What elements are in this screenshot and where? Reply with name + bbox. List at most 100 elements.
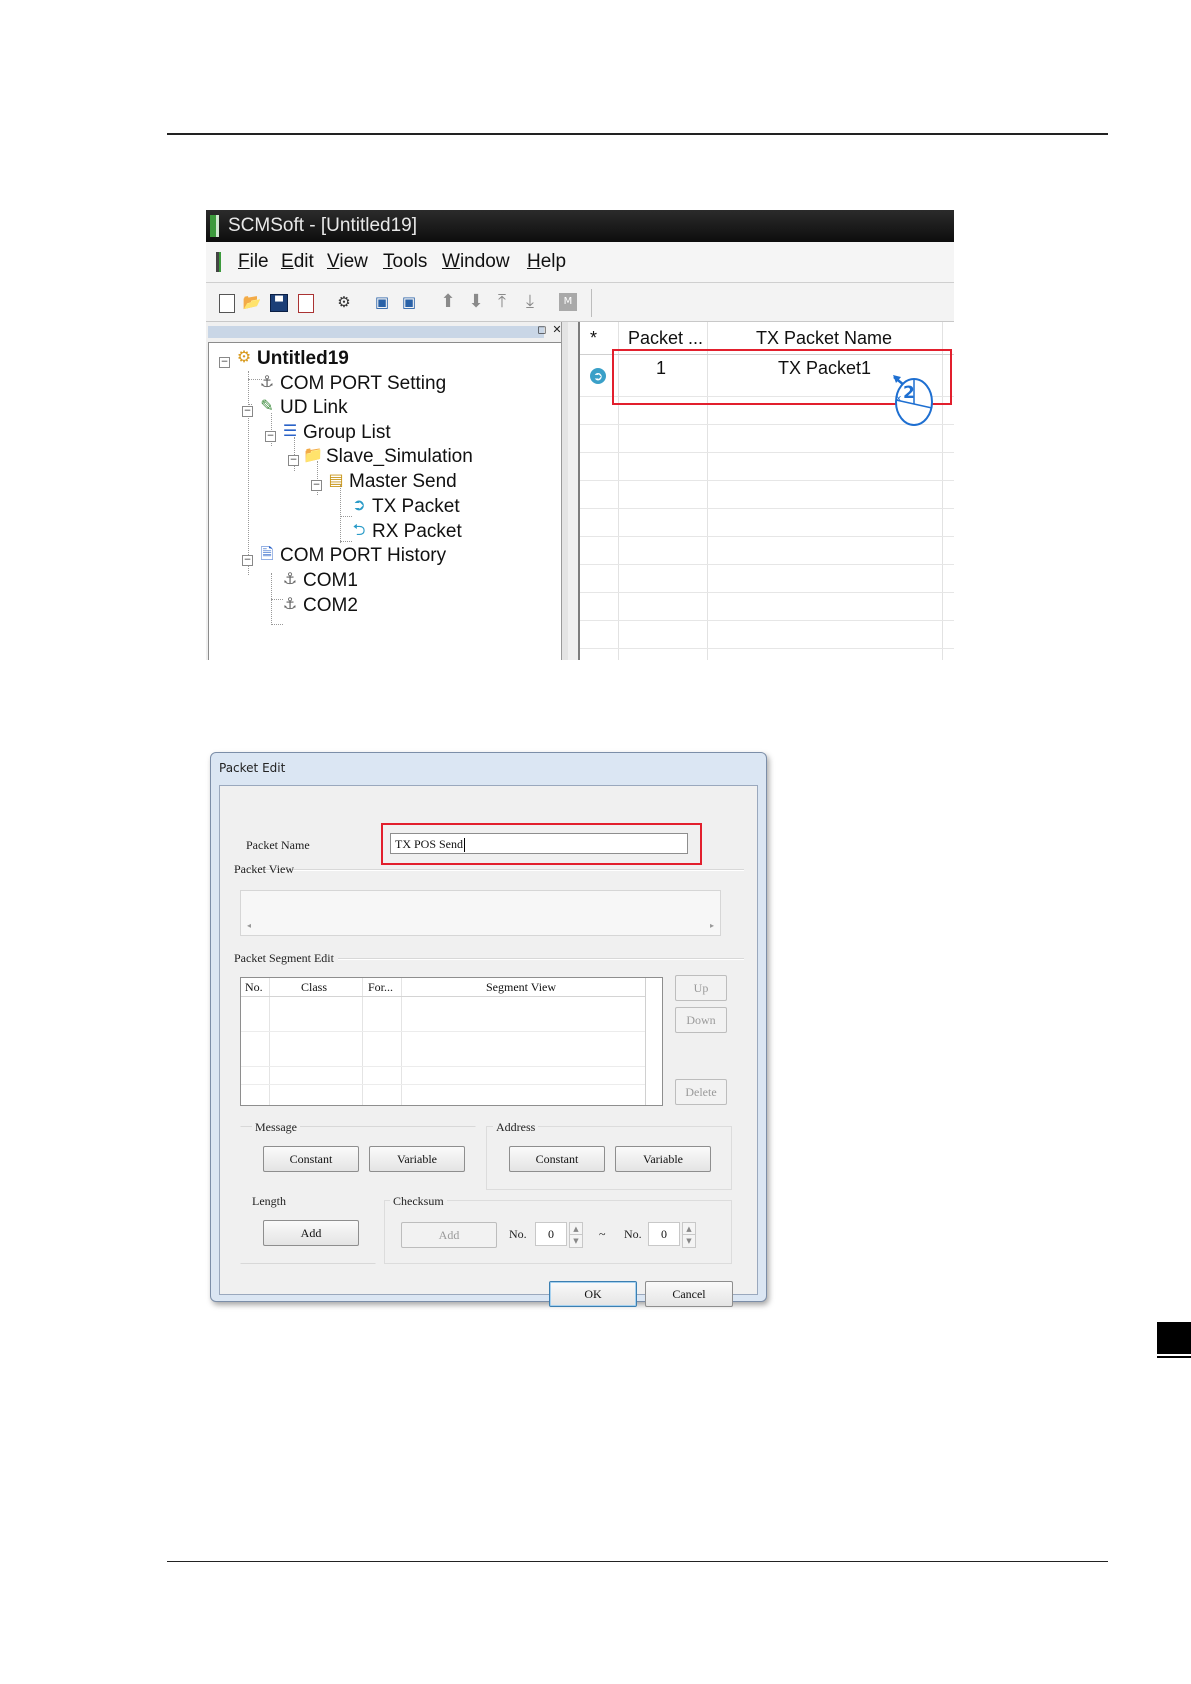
click-count-prefix: x (896, 394, 902, 404)
tree-node-com2[interactable]: COM2 (303, 595, 358, 617)
tree-node-com-port-setting[interactable]: COM PORT Setting (280, 373, 446, 395)
up-button[interactable]: Up (675, 975, 727, 1001)
tree-node-rx-packet[interactable]: RX Packet (372, 521, 462, 543)
menu-grip (216, 252, 221, 272)
toolbar: 📂 ▀ ⚙ ▣ ▣ ⬆ ⬇ ⤒ ⤓ M (206, 283, 954, 322)
delete-button[interactable]: Delete (675, 1079, 727, 1105)
tree-node-master-send[interactable]: Master Send (349, 471, 457, 493)
length-add-button[interactable]: Add (263, 1220, 359, 1246)
tree-splitter[interactable] (561, 322, 568, 660)
expander-ud-link[interactable]: − (242, 406, 253, 417)
grid-row-line (580, 592, 954, 593)
expander-root[interactable]: − (219, 357, 230, 368)
tree-node-group-list[interactable]: Group List (303, 422, 391, 444)
row-line (241, 1066, 645, 1067)
down-button[interactable]: Down (675, 1007, 727, 1033)
open-folder-icon[interactable]: 📂 (242, 292, 262, 312)
expander-master-send[interactable]: − (311, 480, 322, 491)
double-click-annotation: x 2 (893, 375, 933, 426)
segment-table[interactable]: No. Class For... Segment View (240, 977, 663, 1106)
grid-header-name[interactable]: TX Packet Name (756, 328, 892, 349)
com1-icon: ⚓ (282, 569, 298, 588)
com2-icon: ⚓ (282, 594, 298, 613)
close-file-icon[interactable] (298, 294, 314, 313)
menu-bar: File Edit View Tools Window Help (206, 242, 954, 283)
col-no[interactable]: No. (245, 978, 263, 996)
tree-node-com1[interactable]: COM1 (303, 570, 358, 592)
move-up-icon[interactable]: ⬆ (438, 292, 458, 312)
menu-view[interactable]: View (327, 251, 368, 273)
grid-header-packet[interactable]: Packet ... (628, 328, 703, 349)
menu-edit[interactable]: Edit (281, 251, 314, 273)
length-label: Length (252, 1194, 286, 1208)
app-icon (210, 215, 219, 237)
settings-icon[interactable]: ⚙ (334, 292, 354, 312)
rx-packet-icon: ⮌ (352, 520, 366, 539)
expander-group-list[interactable]: − (265, 431, 276, 442)
range-separator: ~ (599, 1227, 606, 1241)
menu-window[interactable]: Window (442, 251, 510, 273)
no-from-input[interactable]: 0 (535, 1222, 567, 1246)
col-class[interactable]: Class (301, 978, 327, 996)
tree-node-tx-packet[interactable]: TX Packet (372, 496, 460, 518)
menu-help[interactable]: Help (527, 251, 566, 273)
tree-node-com-port-history[interactable]: COM PORT History (280, 545, 446, 567)
menu-file[interactable]: File (238, 251, 269, 273)
address-variable-button[interactable]: Variable (615, 1146, 711, 1172)
no-from-down-icon[interactable]: ▼ (569, 1234, 583, 1248)
col-segment-view[interactable]: Segment View (486, 978, 556, 996)
upload-icon[interactable]: ▣ (399, 292, 419, 312)
packet-name-label: Packet Name (246, 838, 310, 852)
checksum-add-button[interactable]: Add (401, 1222, 497, 1248)
tree-line (248, 371, 249, 575)
no-to-down-icon[interactable]: ▼ (682, 1234, 696, 1248)
no-to-input[interactable]: 0 (648, 1222, 680, 1246)
scroll-left-icon[interactable]: ◂ (247, 921, 251, 930)
tree-line (340, 516, 352, 517)
move-top-icon[interactable]: ⤒ (492, 292, 512, 312)
monitor-icon[interactable]: M (559, 293, 577, 311)
message-variable-button[interactable]: Variable (369, 1146, 465, 1172)
move-bottom-icon[interactable]: ⤓ (520, 292, 540, 312)
packet-edit-dialog: Packet Edit Packet Name TX POS Send Pack… (210, 752, 767, 1307)
packet-name-highlight-box (381, 823, 702, 865)
ok-button[interactable]: OK (549, 1281, 637, 1307)
checksum-label: Checksum (390, 1194, 447, 1209)
window-title: SCMSoft - [Untitled19] (228, 215, 418, 236)
project-tree: − ⚙ Untitled19 ⚓ COM PORT Setting − ✎ UD… (208, 342, 563, 660)
expander-com-port-history[interactable]: − (242, 555, 253, 566)
row-line (241, 1084, 645, 1085)
packet-view-area[interactable]: ◂ ▸ (240, 890, 721, 936)
tree-node-slave-simulation[interactable]: Slave_Simulation (326, 446, 473, 468)
click-count: 2 (903, 383, 915, 403)
project-icon: ⚙ (236, 347, 252, 366)
grid-row-line (580, 564, 954, 565)
column-line (645, 978, 646, 1105)
tree-line (340, 485, 341, 543)
ud-link-icon: ✎ (260, 396, 274, 415)
row-line (241, 1031, 645, 1032)
header-line (241, 996, 645, 997)
scroll-right-icon[interactable]: ▸ (710, 921, 714, 930)
expander-slave-simulation[interactable]: − (288, 455, 299, 466)
address-constant-button[interactable]: Constant (509, 1146, 605, 1172)
cancel-button[interactable]: Cancel (645, 1281, 733, 1307)
message-constant-button[interactable]: Constant (263, 1146, 359, 1172)
menu-tools[interactable]: Tools (383, 251, 427, 273)
new-file-icon[interactable] (219, 294, 235, 313)
column-line (362, 978, 363, 1105)
col-format[interactable]: For... (368, 978, 393, 996)
download-icon[interactable]: ▣ (372, 292, 392, 312)
tree-node-ud-link[interactable]: UD Link (280, 397, 348, 419)
pane-restore-icon[interactable]: ◻ (536, 324, 548, 336)
grid-row-line (580, 536, 954, 537)
move-down-icon[interactable]: ⬇ (466, 292, 486, 312)
title-bar[interactable]: SCMSoft - [Untitled19] (206, 210, 954, 242)
divider (234, 869, 744, 871)
save-icon[interactable]: ▀ (270, 294, 288, 312)
tree-line (271, 624, 283, 625)
tree-node-root[interactable]: Untitled19 (257, 348, 349, 370)
message-label: Message (252, 1120, 300, 1135)
slave-icon: 📁 (303, 445, 323, 464)
packet-view-label: Packet View (234, 862, 295, 876)
